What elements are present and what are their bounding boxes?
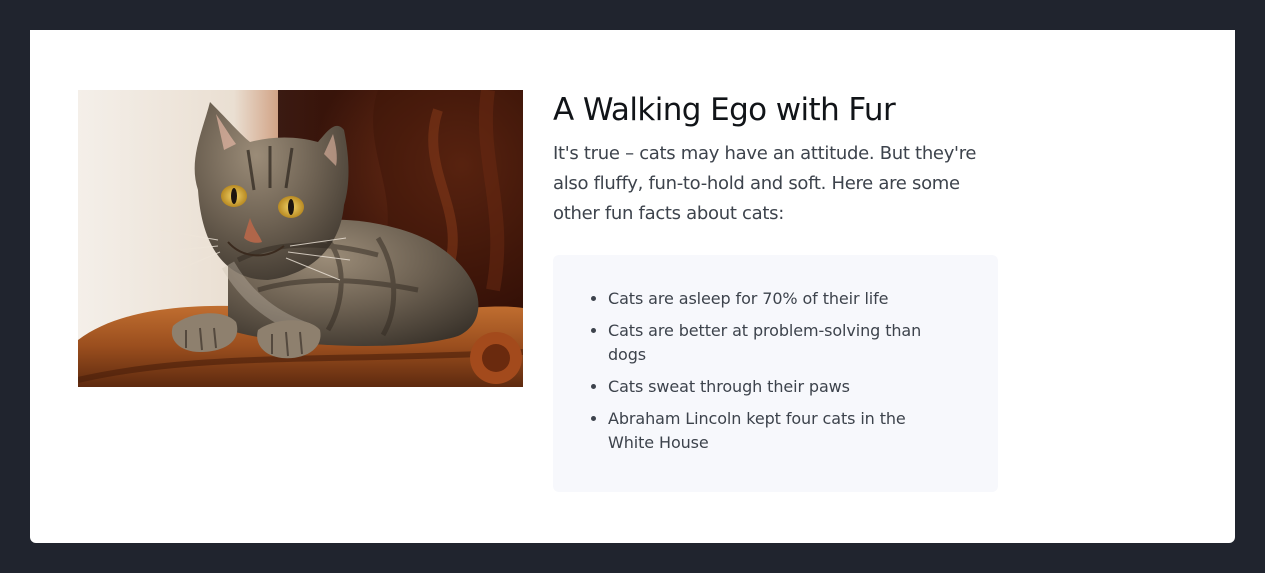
intro-paragraph: It's true – cats may have an attitude. B… [553, 143, 977, 224]
fun-facts-box: Cats are asleep for 70% of their life Ca… [553, 255, 998, 492]
fact-item: Abraham Lincoln kept four cats in the Wh… [608, 407, 948, 455]
section-title: A Walking Ego with Fur [553, 92, 896, 128]
fun-facts-list: Cats are asleep for 70% of their life Ca… [587, 287, 948, 455]
content-card: A Walking Ego with Fur It's true – cats … [30, 30, 1235, 543]
fact-item: Cats sweat through their paws [608, 375, 948, 399]
fact-item: Cats are better at problem-solving than … [608, 319, 948, 367]
fact-item: Cats are asleep for 70% of their life [608, 287, 948, 311]
facts-section: A Walking Ego with Fur It's true – cats … [553, 90, 998, 492]
tabby-cat-photo [78, 90, 523, 387]
